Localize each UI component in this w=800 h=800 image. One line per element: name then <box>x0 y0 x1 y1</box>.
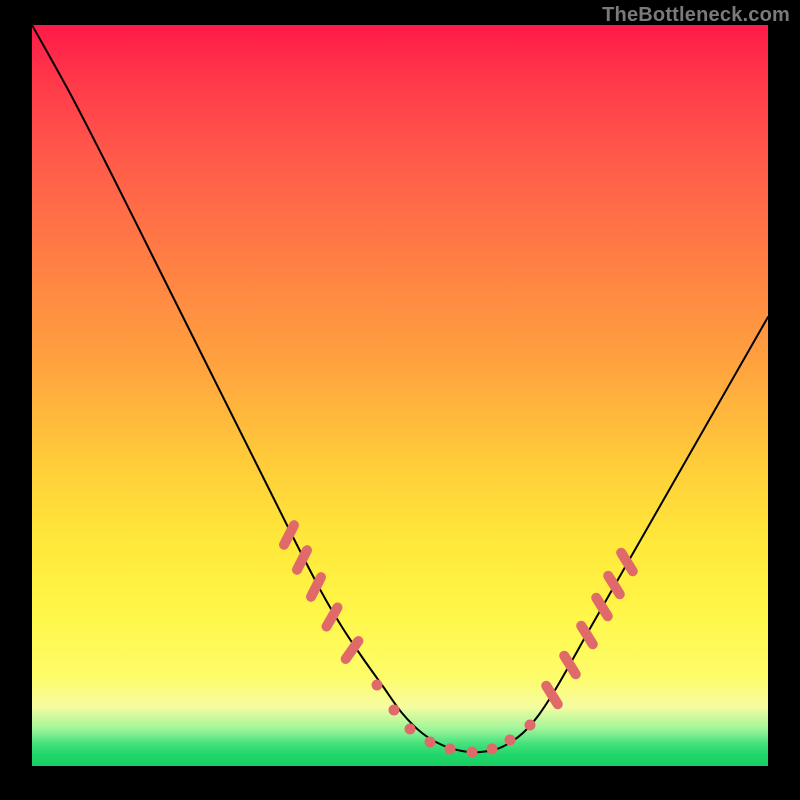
marker-dash <box>284 525 294 545</box>
curve-markers <box>284 525 633 757</box>
marker-dot <box>467 747 478 758</box>
marker-dot <box>425 737 436 748</box>
marker-dot <box>445 744 456 755</box>
marker-dot <box>405 724 416 735</box>
marker-dot <box>372 680 383 691</box>
plot-area <box>32 25 768 766</box>
marker-dash <box>327 608 338 627</box>
watermark-text: TheBottleneck.com <box>602 4 790 27</box>
marker-dash <box>297 550 307 570</box>
marker-dash <box>346 641 359 659</box>
bottleneck-curve <box>32 25 768 752</box>
marker-dot <box>487 744 498 755</box>
stage: TheBottleneck.com <box>0 0 800 800</box>
marker-dot <box>505 735 516 746</box>
marker-dash <box>311 577 321 597</box>
marker-dot <box>389 705 400 716</box>
marker-dot <box>525 720 536 731</box>
chart-svg <box>32 25 768 766</box>
